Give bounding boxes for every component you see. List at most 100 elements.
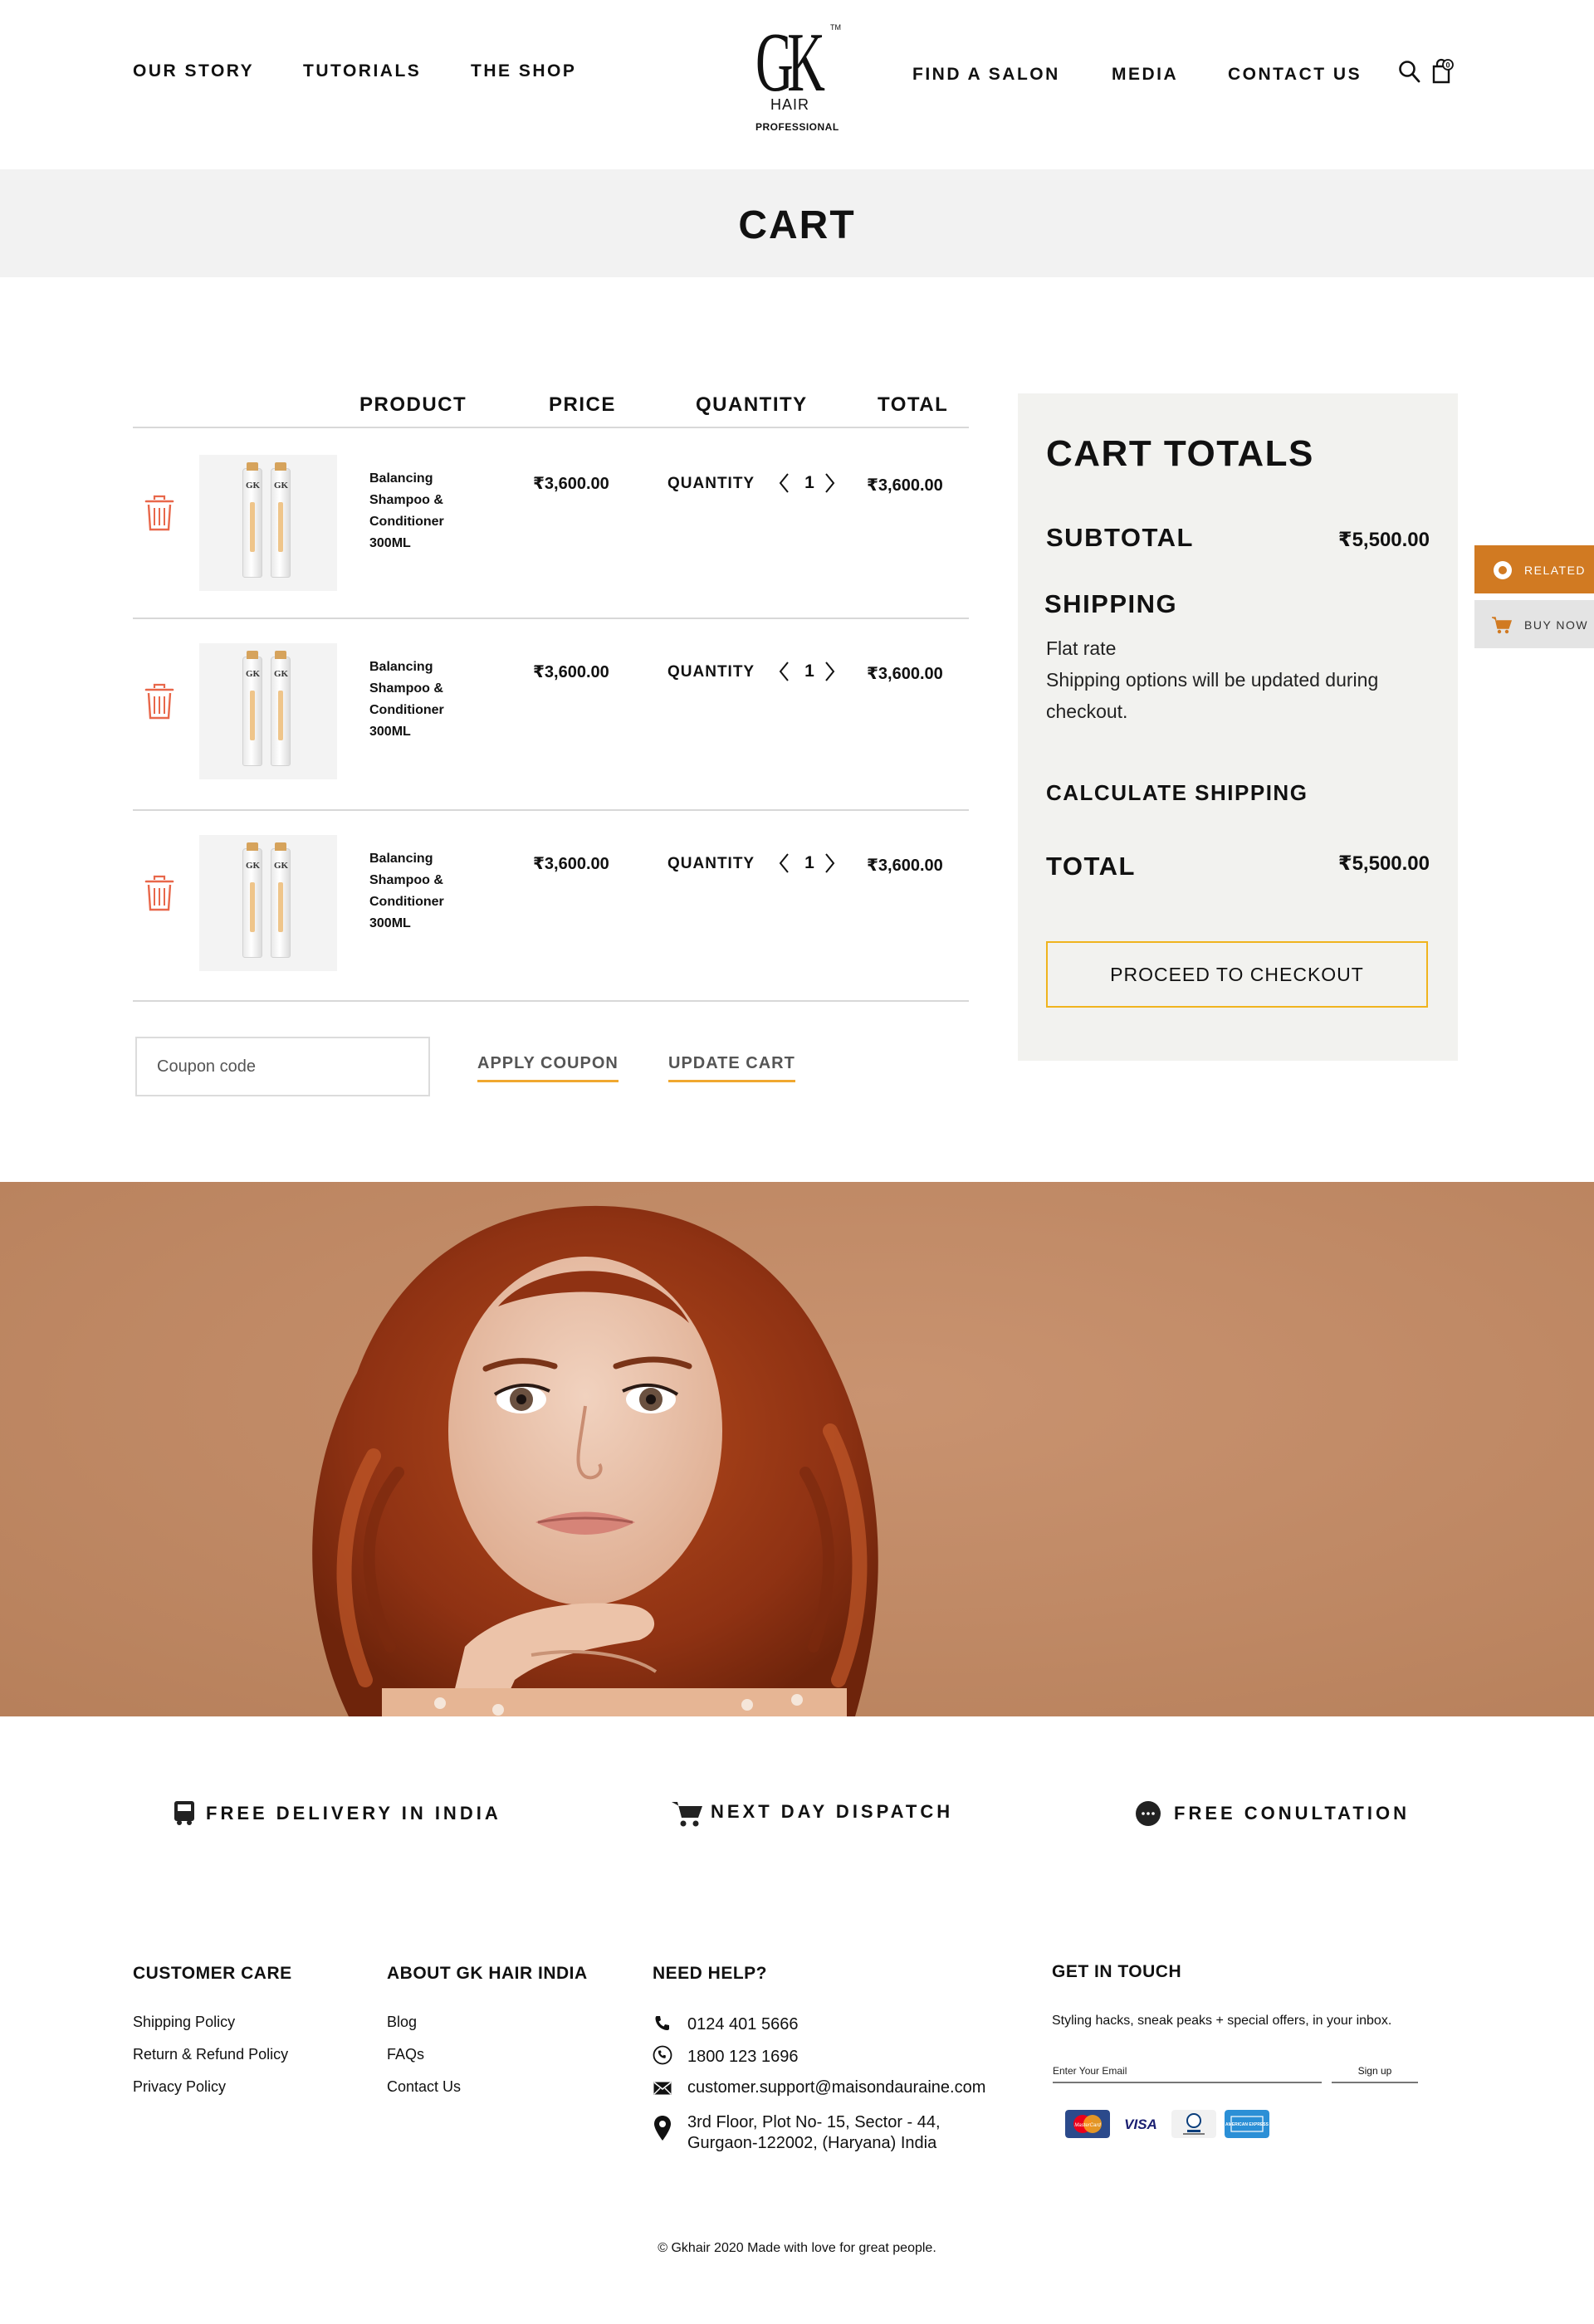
quantity-stepper: 1 <box>776 470 843 496</box>
bottle-logo: GK <box>274 861 289 871</box>
total-value: ₹5,500.00 <box>1337 852 1430 875</box>
nav-tutorials[interactable]: TUTORIALS <box>303 61 421 81</box>
footer-link-blog[interactable]: Blog <box>387 2014 417 2031</box>
trash-icon[interactable] <box>144 875 174 911</box>
related-tab[interactable]: RELATED <box>1474 545 1594 593</box>
column-header-total: TOTAL <box>878 393 949 416</box>
bottle-logo: GK <box>246 669 261 679</box>
shipping-note-continued: checkout. <box>1046 701 1128 722</box>
product-name[interactable]: Balancing Shampoo & Conditioner 300ML <box>369 848 469 935</box>
location-pin-icon <box>654 2116 671 2141</box>
visa-label: VISA <box>1124 2116 1157 2132</box>
product-name[interactable]: Balancing Shampoo & Conditioner 300ML <box>369 468 469 554</box>
delivery-truck-icon <box>174 1801 194 1825</box>
support-email[interactable]: customer.support@maisondauraine.com <box>687 2078 985 2097</box>
envelope-icon <box>653 2082 672 2095</box>
quantity-value[interactable]: 1 <box>799 662 819 681</box>
nav-media[interactable]: MEDIA <box>1112 65 1178 85</box>
footer-link-privacy-policy[interactable]: Privacy Policy <box>133 2078 226 2096</box>
phone-number-1[interactable]: 0124 401 5666 <box>687 2015 798 2034</box>
chevron-left-icon[interactable] <box>776 471 793 495</box>
calculate-shipping-link[interactable]: CALCULATE SHIPPING <box>1046 780 1308 806</box>
copyright-text: © Gkhair 2020 Made with love for great p… <box>658 2241 936 2255</box>
footer-heading-need-help: NEED HELP? <box>653 1964 768 1983</box>
search-icon[interactable] <box>1398 60 1421 85</box>
feature-label: NEXT DAY DISPATCH <box>711 1801 954 1822</box>
column-header-product: PRODUCT <box>359 393 467 416</box>
trash-icon[interactable] <box>144 495 174 531</box>
american-express-icon: AMERICAN EXPRESS <box>1225 2110 1269 2138</box>
footer-link-contact-us[interactable]: Contact Us <box>387 2078 461 2096</box>
buy-now-tab[interactable]: BUY NOW <box>1474 600 1594 648</box>
page-title-band: CART <box>0 169 1594 277</box>
bottle-logo: GK <box>246 861 261 871</box>
footer-link-return-refund-policy[interactable]: Return & Refund Policy <box>133 2046 288 2063</box>
cart-icon <box>1492 617 1513 634</box>
related-tab-label: RELATED <box>1524 564 1587 577</box>
hero-banner-image <box>0 1182 1594 1716</box>
nav-the-shop[interactable]: THE SHOP <box>471 61 576 81</box>
chevron-right-icon[interactable] <box>821 852 838 875</box>
footer-heading-get-in-touch: GET IN TOUCH <box>1052 1962 1182 1981</box>
cart-row: GK GK Balancing Shampoo & Conditioner 30… <box>133 428 969 619</box>
address-line-2: Gurgaon-122002, (Haryana) India <box>687 2134 937 2152</box>
cart-totals-panel: CART TOTALS SUBTOTAL ₹5,500.00 SHIPPING … <box>1018 393 1458 1061</box>
nav-find-a-salon[interactable]: FIND A SALON <box>912 65 1060 85</box>
newsletter-email-input[interactable] <box>1053 2060 1322 2083</box>
total-label: TOTAL <box>1046 852 1136 881</box>
product-image[interactable]: GK GK <box>199 643 337 779</box>
phone-number-2[interactable]: 1800 123 1696 <box>687 2048 798 2067</box>
bottle-shampoo: GK <box>242 651 262 766</box>
quantity-label: QUANTITY <box>667 855 755 872</box>
nav-contact-us[interactable]: CONTACT US <box>1228 65 1362 85</box>
row-total: ₹3,600.00 <box>867 476 943 495</box>
shopping-cart-icon <box>672 1802 702 1827</box>
product-price: ₹3,600.00 <box>533 475 609 493</box>
chevron-left-icon[interactable] <box>776 852 793 875</box>
footer-link-shipping-policy[interactable]: Shipping Policy <box>133 2014 235 2031</box>
product-image[interactable]: GK GK <box>199 835 337 971</box>
newsletter-text: Styling hacks, sneak peaks + special off… <box>1052 2014 1392 2028</box>
bottle-shampoo: GK <box>242 842 262 958</box>
quantity-label: QUANTITY <box>667 475 755 492</box>
nav-our-story[interactable]: OUR STORY <box>133 61 254 81</box>
footer-heading-customer-care: CUSTOMER CARE <box>133 1964 292 1983</box>
newsletter-signup-button[interactable]: Sign up <box>1332 2060 1418 2083</box>
american-express-label: AMERICAN EXPRESS <box>1225 2122 1269 2127</box>
trash-icon[interactable] <box>144 683 174 720</box>
shipping-label: SHIPPING <box>1044 589 1178 618</box>
gk-hair-logo[interactable]: GK TM HAIR PROFESSIONAL <box>747 20 842 138</box>
quantity-value[interactable]: 1 <box>799 473 819 493</box>
update-cart-button[interactable]: UPDATE CART <box>668 1054 795 1082</box>
row-total: ₹3,600.00 <box>867 857 943 875</box>
product-name[interactable]: Balancing Shampoo & Conditioner 300ML <box>369 657 469 743</box>
apply-coupon-button[interactable]: APPLY COUPON <box>477 1054 619 1082</box>
bottle-conditioner: GK <box>271 842 291 958</box>
footer-link-faqs[interactable]: FAQs <box>387 2046 424 2063</box>
logo-mark: GK <box>755 16 825 110</box>
coupon-code-input[interactable] <box>135 1037 430 1096</box>
column-header-quantity: QUANTITY <box>696 393 808 416</box>
bottle-conditioner: GK <box>271 651 291 766</box>
cart-row: GK GK Balancing Shampoo & Conditioner 30… <box>133 808 969 999</box>
logo-hair: HAIR <box>770 96 810 113</box>
buy-now-tab-label: BUY NOW <box>1524 618 1589 632</box>
chevron-left-icon[interactable] <box>776 660 793 683</box>
proceed-to-checkout-button[interactable]: PROCEED TO CHECKOUT <box>1046 941 1428 1008</box>
shopping-bag-icon[interactable]: 0 <box>1431 58 1455 85</box>
row-total: ₹3,600.00 <box>867 665 943 683</box>
phone-icon <box>655 2016 669 2030</box>
shipping-note: Shipping options will be updated during <box>1046 669 1379 691</box>
cart-totals-title: CART TOTALS <box>1046 433 1314 474</box>
quantity-label: QUANTITY <box>667 663 755 681</box>
cart-row: GK GK Balancing Shampoo & Conditioner 30… <box>133 617 969 808</box>
model-portrait <box>0 1182 1594 1716</box>
chevron-right-icon[interactable] <box>821 660 838 683</box>
chat-bubble-icon <box>1136 1801 1161 1826</box>
product-image[interactable]: GK GK <box>199 455 337 591</box>
bottle-logo: GK <box>274 481 289 491</box>
product-price: ₹3,600.00 <box>533 663 609 681</box>
quantity-value[interactable]: 1 <box>799 853 819 873</box>
chevron-right-icon[interactable] <box>821 471 838 495</box>
phone-ring-icon <box>653 2045 672 2065</box>
